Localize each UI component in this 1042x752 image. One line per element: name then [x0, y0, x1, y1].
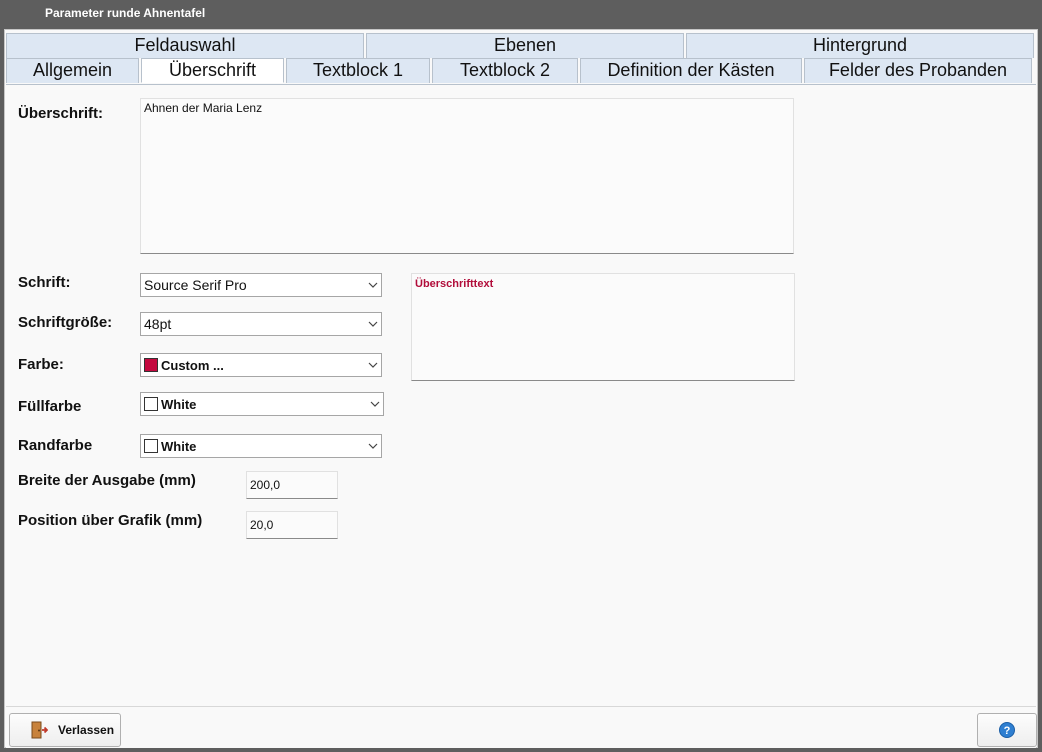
fill-color-swatch — [144, 397, 158, 411]
tab-textblock-2[interactable]: Textblock 2 — [432, 58, 578, 83]
help-question-icon: ? — [999, 722, 1015, 738]
position-input[interactable]: 20,0 — [246, 511, 338, 539]
output-width-label: Breite der Ausgabe (mm) — [18, 472, 196, 489]
tab-felder-des-probanden[interactable]: Felder des Probanden — [804, 58, 1032, 83]
title-bar: Parameter runde Ahnentafel — [0, 0, 1042, 28]
exit-button-label: Verlassen — [58, 723, 115, 737]
window-title: Parameter runde Ahnentafel — [45, 6, 206, 20]
color-select-value: Custom ... — [161, 357, 224, 373]
border-color-label: Randfarbe — [18, 437, 93, 454]
font-size-select[interactable]: 48pt — [140, 312, 382, 336]
chevron-down-icon — [365, 435, 381, 457]
font-size-label: Schriftgröße: — [18, 314, 113, 331]
tab-content-panel: Überschrift: Ahnen der Maria Lenz Schrif… — [6, 84, 1036, 704]
button-bar: Verlassen ? — [6, 706, 1037, 748]
font-select-value: Source Serif Pro — [144, 277, 247, 293]
tab-ueberschrift[interactable]: Überschrift — [141, 58, 284, 83]
fill-color-select-value: White — [161, 396, 197, 412]
font-label: Schrift: — [18, 274, 71, 291]
position-label: Position über Grafik (mm) — [18, 512, 203, 529]
output-width-input[interactable]: 200,0 — [246, 471, 338, 499]
door-exit-icon — [30, 721, 48, 739]
tab-ebenen[interactable]: Ebenen — [366, 33, 684, 58]
tab-row-top: Feldauswahl Ebenen Hintergrund — [6, 33, 1036, 58]
tab-feldauswahl[interactable]: Feldauswahl — [6, 33, 364, 58]
heading-text-value: Ahnen der Maria Lenz — [144, 101, 263, 115]
chevron-down-icon — [365, 354, 381, 376]
tab-definition-der-kaesten[interactable]: Definition der Kästen — [580, 58, 802, 83]
fill-color-label: Füllfarbe — [18, 398, 82, 415]
fill-color-select[interactable]: White — [140, 392, 384, 416]
chevron-down-icon — [367, 393, 383, 415]
svg-text:?: ? — [1004, 725, 1011, 737]
chevron-down-icon — [365, 274, 381, 296]
tab-textblock-1[interactable]: Textblock 1 — [286, 58, 430, 83]
tab-allgemein[interactable]: Allgemein — [6, 58, 139, 83]
color-swatch — [144, 358, 158, 372]
dialog-window: Feldauswahl Ebenen Hintergrund Allgemein… — [4, 29, 1038, 748]
border-color-select-value: White — [161, 438, 197, 454]
help-button[interactable]: ? — [977, 713, 1037, 747]
color-select[interactable]: Custom ... — [140, 353, 382, 377]
font-size-select-value: 48pt — [144, 316, 172, 332]
color-label: Farbe: — [18, 356, 64, 373]
tab-row-bottom: Allgemein Überschrift Textblock 1 Textbl… — [6, 58, 1036, 83]
heading-preview-text: Überschrifttext — [415, 278, 494, 290]
heading-preview: Überschrifttext — [411, 273, 795, 381]
chevron-down-icon — [365, 313, 381, 335]
heading-label: Überschrift: — [18, 105, 104, 122]
heading-text-area[interactable]: Ahnen der Maria Lenz — [140, 98, 794, 254]
exit-button[interactable]: Verlassen — [9, 713, 121, 747]
border-color-select[interactable]: White — [140, 434, 382, 458]
tab-hintergrund[interactable]: Hintergrund — [686, 33, 1034, 58]
border-color-swatch — [144, 439, 158, 453]
font-select[interactable]: Source Serif Pro — [140, 273, 382, 297]
